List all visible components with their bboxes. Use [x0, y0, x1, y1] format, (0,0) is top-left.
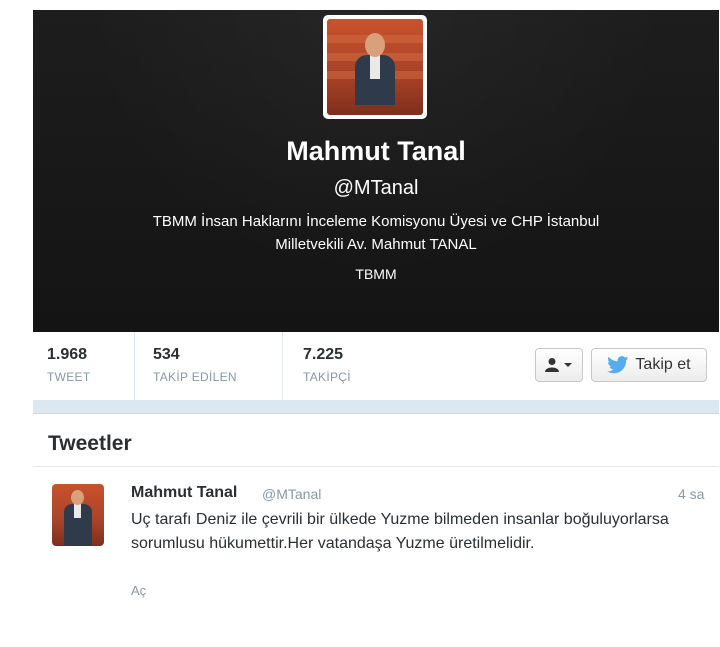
user-dropdown-icon [545, 358, 572, 372]
avatar-photo [327, 19, 423, 115]
tweet-avatar[interactable] [52, 484, 104, 546]
stat-tweets[interactable]: 1.968 TWEET [47, 332, 135, 400]
twitter-bird-icon [607, 356, 629, 374]
tweets-divider [33, 466, 719, 467]
follow-button-label: Takip et [635, 356, 691, 373]
section-separator-strip [33, 400, 719, 414]
follow-button[interactable]: Takip et [591, 348, 707, 382]
stat-following[interactable]: 534 TAKİP EDİLEN [153, 332, 283, 400]
stat-tweets-value: 1.968 [47, 346, 88, 363]
tweet-author-handle[interactable]: @MTanal [262, 486, 321, 502]
profile-stats-bar: 1.968 TWEET 534 TAKİP EDİLEN 7.225 TAKİP… [33, 332, 719, 401]
tweet-expand-link[interactable]: Aç [131, 583, 146, 598]
stat-following-value: 534 [153, 346, 180, 363]
stat-followers[interactable]: 7.225 TAKİPÇİ [303, 332, 433, 400]
stat-followers-label: TAKİPÇİ [303, 370, 351, 384]
tweets-section-title: Tweetler [48, 432, 132, 455]
tweet-timestamp[interactable]: 4 sa [678, 486, 704, 502]
user-actions-dropdown-button[interactable] [535, 348, 583, 382]
profile-avatar[interactable] [323, 15, 427, 119]
tweet-text: Uç tarafı Deniz ile çevrili bir ülkede Y… [131, 511, 669, 552]
stat-followers-value: 7.225 [303, 346, 344, 363]
profile-handle: @MTanal [333, 177, 419, 199]
profile-location: TBMM [355, 266, 397, 282]
profile-name: Mahmut Tanal [286, 136, 466, 166]
bio-line-2: Milletvekili Av. Mahmut TANAL [275, 236, 477, 253]
stat-tweets-label: TWEET [47, 370, 91, 384]
tweet-author-name[interactable]: Mahmut Tanal [131, 484, 237, 502]
profile-header: Mahmut Tanal @MTanal TBMM İnsan Hakların… [33, 10, 719, 332]
profile-bio: TBMM İnsan Haklarını İnceleme Komisyonu … [93, 210, 659, 256]
bio-line-1: TBMM İnsan Haklarını İnceleme Komisyonu … [152, 213, 600, 230]
stat-following-label: TAKİP EDİLEN [153, 370, 237, 384]
